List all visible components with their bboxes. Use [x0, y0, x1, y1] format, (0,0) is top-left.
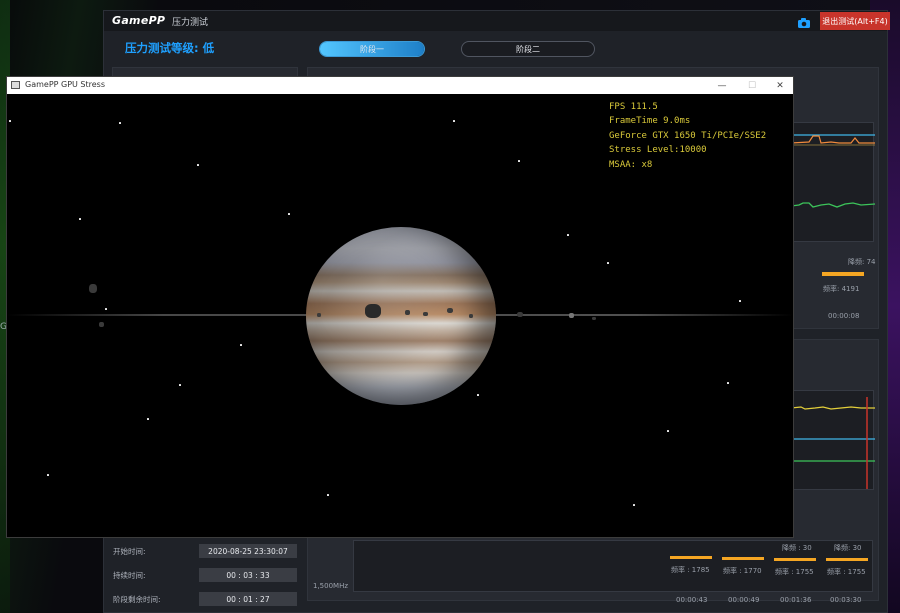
drop-freq-1: 频率 : 1785: [671, 566, 710, 574]
drop-label-3: 降频 : 30: [782, 544, 812, 552]
drop-bar-4: [826, 558, 868, 561]
drop-freq-2: 频率 : 1770: [723, 567, 762, 575]
tab-stage-two-label: 阶段二: [516, 44, 540, 54]
drop-time-2: 00:00:49: [728, 596, 760, 604]
cpu-freq-label: 频率: 4191: [823, 285, 860, 293]
star: [633, 504, 635, 506]
hud-frametime: FrameTime 9.0ms: [609, 116, 691, 127]
duration-value: 00 : 03 : 33: [199, 568, 297, 582]
star: [518, 160, 520, 162]
close-button[interactable]: ✕: [765, 77, 795, 94]
tab-stage-one[interactable]: 阶段一: [319, 41, 425, 57]
render-viewport: FPS 111.5 FrameTime 9.0ms GeForce GTX 16…: [7, 94, 793, 537]
drop-bar-1: [670, 556, 712, 559]
drop-label-4: 降频: 30: [834, 544, 862, 552]
window-app-icon: [11, 81, 20, 89]
star: [179, 384, 181, 386]
hud-gpu-name: GeForce GTX 1650 Ti/PCIe/SSE2: [609, 130, 767, 141]
cpu-drop-label: 降频: 74: [848, 258, 876, 266]
drop-time-1: 00:00:43: [676, 596, 708, 604]
star: [727, 382, 729, 384]
drop-freq-3: 频率 : 1755: [775, 568, 814, 576]
star: [607, 262, 609, 264]
asteroid: [405, 310, 410, 315]
minimize-button[interactable]: —: [707, 77, 737, 94]
duration-label: 持续时间:: [113, 571, 146, 580]
gpu-stress-window: GamePP GPU Stress — ☐ ✕ FPS 111.5 FrameT…: [6, 76, 794, 538]
asteroid: [569, 313, 574, 318]
star: [327, 494, 329, 496]
drop-freq-4: 频率 : 1755: [827, 568, 866, 576]
asteroid: [365, 304, 381, 318]
star: [79, 218, 81, 220]
asteroid: [423, 312, 428, 316]
camera-icon[interactable]: [797, 14, 811, 28]
gamepp-logo: GamePP: [112, 14, 166, 27]
hud-fps: FPS 111.5: [609, 102, 658, 112]
gpu-y-axis-label: 1,500MHz: [313, 582, 349, 590]
gpu-line-chart: [790, 390, 875, 490]
jupiter-planet: [306, 227, 496, 405]
asteroid: [592, 317, 596, 320]
drop-time-4: 00:03:30: [830, 596, 862, 604]
cpu-chart-time: 00:00:08: [828, 312, 860, 320]
asteroid: [317, 313, 321, 317]
drop-bar-2: [722, 557, 764, 560]
stress-window-title: GamePP GPU Stress: [25, 80, 106, 89]
asteroid: [89, 284, 97, 293]
start-time-label: 开始时间:: [113, 547, 146, 556]
asteroid: [99, 322, 104, 327]
asteroid: [469, 314, 473, 318]
star: [667, 430, 669, 432]
cpu-line-chart: [790, 122, 875, 242]
star: [197, 164, 199, 166]
drop-bar-3: [774, 558, 816, 561]
star: [240, 344, 242, 346]
star: [47, 474, 49, 476]
tab-stage-one-label: 阶段一: [360, 44, 384, 54]
tab-stage-two[interactable]: 阶段二: [461, 41, 595, 57]
cpu-drop-bar: [822, 272, 864, 276]
exit-test-button[interactable]: 退出测试(Alt+F4): [820, 12, 890, 30]
star: [477, 394, 479, 396]
star: [119, 122, 121, 124]
asteroid: [447, 308, 453, 313]
star: [453, 120, 455, 122]
stage-remaining-label: 阶段剩余时间:: [113, 595, 161, 604]
start-time-value: 2020-08-25 23:30:07: [199, 544, 297, 558]
stress-hud: FPS 111.5 FrameTime 9.0ms GeForce GTX 16…: [609, 100, 766, 172]
star: [105, 308, 107, 310]
star: [288, 213, 290, 215]
drop-time-3: 00:01:36: [780, 596, 812, 604]
asteroid: [517, 312, 523, 317]
star: [147, 418, 149, 420]
stress-titlebar[interactable]: GamePP GPU Stress — ☐ ✕: [7, 77, 793, 94]
maximize-button[interactable]: ☐: [737, 77, 767, 94]
star: [9, 120, 11, 122]
star: [567, 234, 569, 236]
gamepp-titlebar: GamePP 压力测试 退出测试(Alt+F4): [104, 11, 890, 31]
hud-stress-level: Stress Level:10000: [609, 145, 707, 156]
app-title: 压力测试: [172, 18, 209, 28]
stage-remaining-value: 00 : 01 : 27: [199, 592, 297, 606]
star: [739, 300, 741, 302]
hud-msaa: MSAA: x8: [609, 159, 653, 170]
stress-level-label: 压力测试等级: 低: [125, 41, 215, 55]
